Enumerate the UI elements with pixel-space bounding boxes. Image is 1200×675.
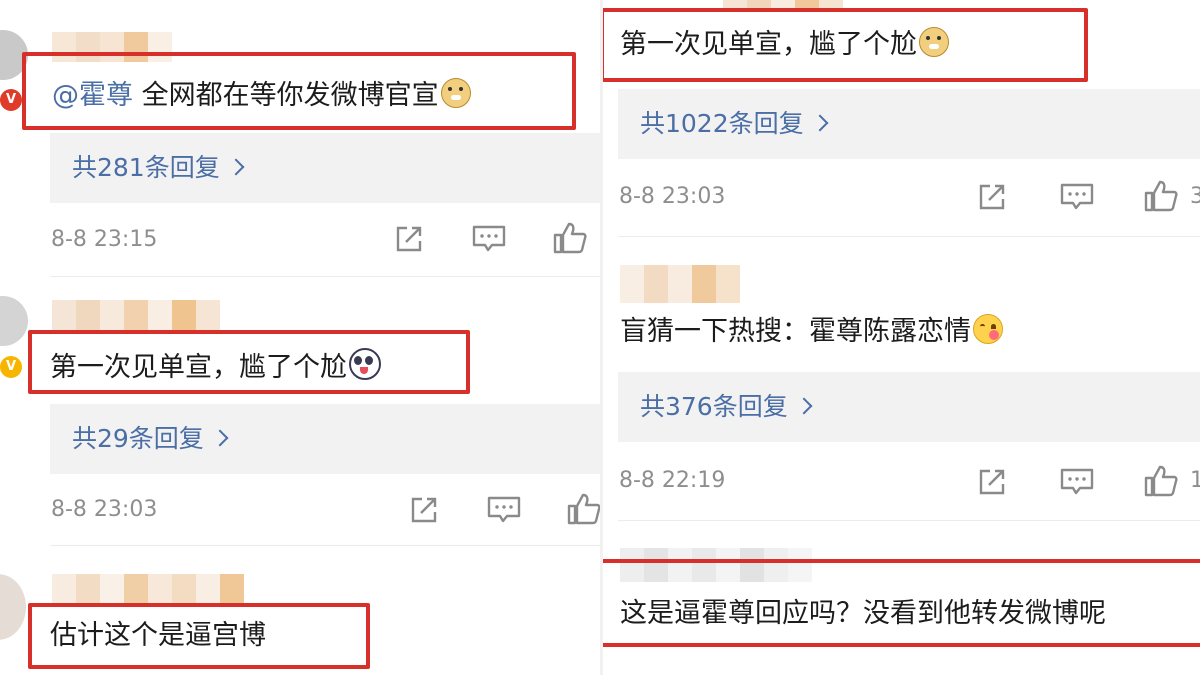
- highlight-box: [28, 330, 470, 394]
- divider: [50, 276, 600, 277]
- verified-badge: V: [0, 356, 22, 378]
- like-icon[interactable]: [552, 221, 588, 255]
- divider: [618, 236, 1200, 237]
- divider: [618, 520, 1200, 521]
- blurred-username: [52, 300, 227, 330]
- timestamp: 8-8 23:03: [619, 184, 726, 209]
- like-icon[interactable]: [1143, 464, 1179, 498]
- reply-summary[interactable]: 共376条回复: [618, 372, 1200, 442]
- highlight-box: [22, 52, 576, 130]
- share-icon[interactable]: [976, 466, 1008, 498]
- left-comment-panel: V @霍尊 全网都在等你发微博官宣 共281条回复 8-8 23:15 V 第一…: [0, 0, 600, 675]
- avatar[interactable]: [0, 296, 28, 346]
- comment-icon[interactable]: [1059, 466, 1095, 498]
- comment-icon[interactable]: [486, 494, 522, 526]
- highlight-box: [28, 603, 370, 669]
- chevron-right-icon: [227, 158, 245, 176]
- reply-count: 共376条回复: [640, 392, 788, 421]
- blurred-username: [620, 265, 750, 303]
- like-icon[interactable]: [1143, 179, 1179, 213]
- timestamp: 8-8 23:15: [51, 227, 158, 252]
- share-icon[interactable]: [408, 494, 440, 526]
- chevron-right-icon: [811, 114, 829, 132]
- verified-badge: V: [0, 89, 22, 111]
- chevron-right-icon: [211, 429, 229, 447]
- reply-count: 共1022条回复: [640, 109, 804, 138]
- chevron-right-icon: [795, 397, 813, 415]
- right-comment-panel: 第一次见单宣，尴了个尬 共1022条回复 8-8 23:03 3 盲猜一下热搜：…: [603, 0, 1200, 675]
- divider: [50, 545, 600, 546]
- reply-count: 共281条回复: [72, 153, 220, 182]
- comment-icon[interactable]: [1059, 181, 1095, 213]
- highlight-box: [603, 8, 1088, 82]
- like-icon[interactable]: [566, 492, 600, 526]
- reply-summary[interactable]: 共29条回复: [50, 404, 600, 474]
- like-count: 1: [1190, 468, 1200, 493]
- like-count: 3: [1190, 184, 1200, 209]
- timestamp: 8-8 23:03: [51, 497, 158, 522]
- reply-summary[interactable]: 共1022条回复: [618, 89, 1200, 159]
- share-icon[interactable]: [393, 223, 425, 255]
- avatar[interactable]: [0, 574, 26, 640]
- reply-summary[interactable]: 共281条回复: [50, 133, 600, 203]
- reply-count: 共29条回复: [72, 424, 204, 453]
- timestamp: 8-8 22:19: [619, 468, 726, 493]
- comment-text: 这是逼霍尊回应吗？没看到他转发微博呢: [620, 598, 1106, 629]
- blurred-username: [52, 574, 262, 604]
- yum-emoji: [973, 314, 1003, 344]
- comment-icon[interactable]: [471, 223, 507, 255]
- comment-text: 盲猜一下热搜：霍尊陈露恋情: [620, 312, 1003, 352]
- share-icon[interactable]: [976, 181, 1008, 213]
